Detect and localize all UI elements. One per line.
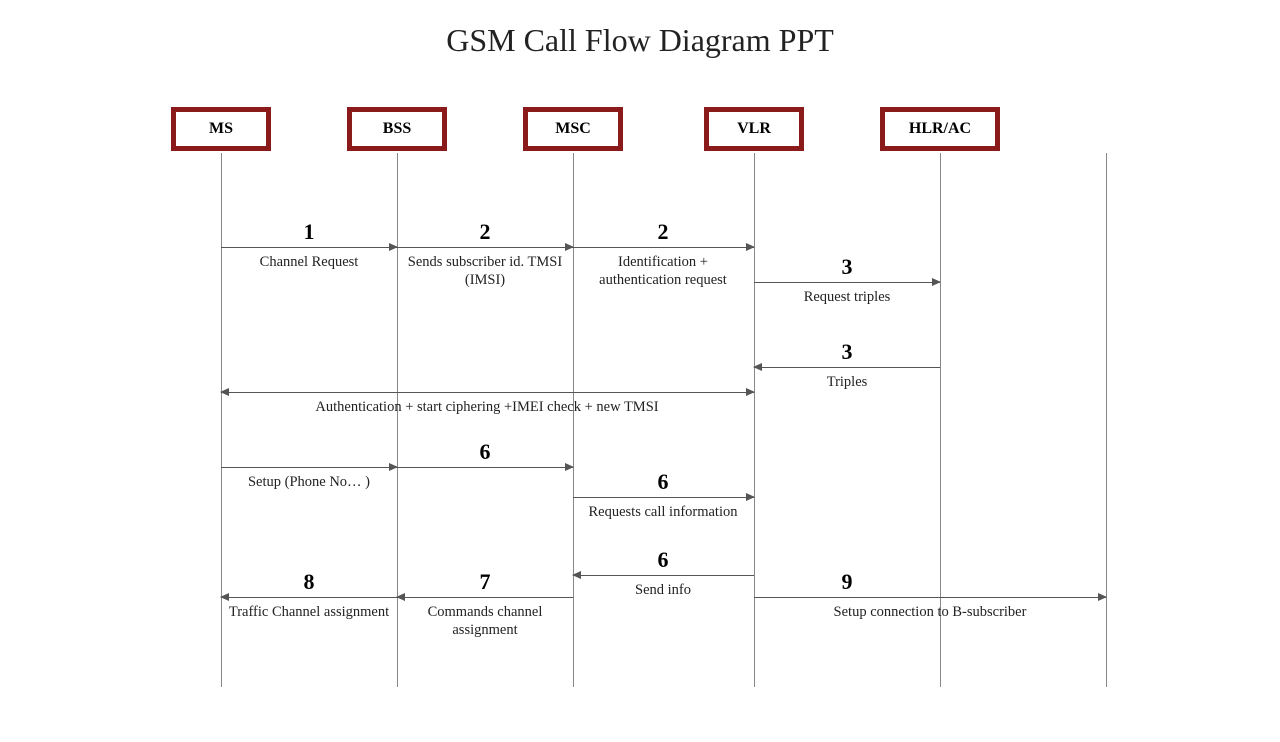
label-request-call-info: Requests call information — [578, 503, 748, 521]
label-setup-b-subscriber: Setup connection to B-subscriber — [765, 603, 1095, 621]
step-number-1: 1 — [304, 219, 315, 245]
step-number-9: 9 — [842, 569, 853, 595]
step-number-6b: 6 — [658, 469, 669, 495]
actor-msc: MSC — [523, 107, 623, 151]
arrow-setup-phone — [221, 467, 397, 468]
step-number-8: 8 — [304, 569, 315, 595]
arrow-setup-b-subscriber — [754, 597, 1106, 598]
actor-hlrac: HLR/AC — [880, 107, 1000, 151]
step-number-3b: 3 — [842, 339, 853, 365]
label-channel-request: Channel Request — [229, 253, 389, 271]
lifeline-msc — [573, 107, 574, 687]
arrow-forward-setup — [397, 467, 573, 468]
label-id-auth-request: Identification + authentication request — [576, 253, 751, 289]
arrow-channel-request — [221, 247, 397, 248]
label-send-info: Send info — [578, 581, 748, 599]
actor-ms: MS — [171, 107, 271, 151]
step-number-6c: 6 — [658, 547, 669, 573]
label-traffic-channel: Traffic Channel assignment — [224, 603, 394, 621]
sequence-diagram: MS BSS MSC VLR HLR/AC 1 Channel Request … — [0, 107, 1280, 727]
lifeline-vlr — [754, 107, 755, 687]
label-triples: Triples — [762, 373, 932, 391]
arrow-commands-channel — [397, 597, 573, 598]
arrow-triples — [754, 367, 940, 368]
step-number-3a: 3 — [842, 254, 853, 280]
step-number-2b: 2 — [658, 219, 669, 245]
label-auth-ciphering: Authentication + start ciphering +IMEI c… — [227, 398, 747, 416]
actor-vlr: VLR — [704, 107, 804, 151]
label-setup-phone: Setup (Phone No… ) — [224, 473, 394, 491]
actor-bss: BSS — [347, 107, 447, 151]
page-title: GSM Call Flow Diagram PPT — [0, 22, 1280, 59]
arrow-traffic-channel — [221, 597, 397, 598]
step-number-2a: 2 — [480, 219, 491, 245]
arrow-send-info — [573, 575, 754, 576]
arrow-id-auth-request — [573, 247, 754, 248]
arrow-auth-ciphering — [221, 392, 754, 393]
arrow-subscriber-id — [397, 247, 573, 248]
label-subscriber-id: Sends subscriber id. TMSI (IMSI) — [400, 253, 570, 289]
label-commands-channel: Commands channel assignment — [395, 603, 575, 639]
step-number-7: 7 — [480, 569, 491, 595]
step-number-6a: 6 — [480, 439, 491, 465]
arrow-request-call-info — [573, 497, 754, 498]
arrow-request-triples — [754, 282, 940, 283]
label-request-triples: Request triples — [762, 288, 932, 306]
lifeline-hlrac — [940, 107, 941, 687]
